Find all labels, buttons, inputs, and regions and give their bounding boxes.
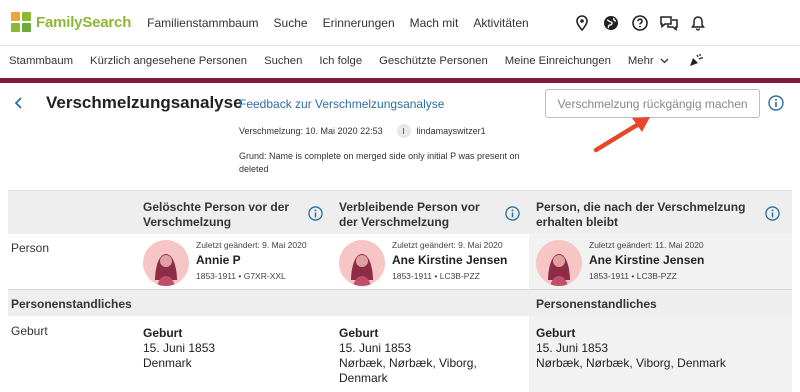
nav-suche[interactable]: Suche (274, 16, 308, 30)
birth-remaining: Geburt 15. Juni 1853 Nørbæk, Nørbæk, Vib… (339, 326, 519, 386)
subnav-kuerzlich[interactable]: Kürzlich angesehene Personen (90, 55, 247, 67)
section-title: Personenstandliches (11, 297, 132, 311)
merge-comparison-table: Gelöschte Person vor der Verschmelzung V… (8, 190, 792, 392)
info-icon[interactable] (505, 206, 520, 226)
person-card-result[interactable]: Zuletzt geändert: 11. Mai 2020 Ane Kirst… (536, 240, 704, 286)
bell-icon[interactable] (689, 14, 707, 32)
event-title: Geburt (536, 326, 576, 340)
section-title-result: Personenstandliches (536, 297, 657, 311)
accent-bar (0, 78, 800, 83)
annotation-arrow-icon (593, 117, 650, 153)
person-name[interactable]: Ane Kirstine Jensen (392, 253, 507, 267)
info-icon[interactable] (768, 95, 784, 116)
column-header-deleted: Gelöschte Person vor der Verschmelzung (143, 200, 290, 229)
feedback-link[interactable]: Feedback zur Verschmelzungsanalyse (239, 97, 444, 111)
event-place: Nørbæk, Nørbæk, Viborg, Denmark (536, 356, 726, 370)
location-pin-icon[interactable] (573, 14, 591, 32)
subnav-mehr[interactable]: Mehr (628, 55, 669, 67)
top-nav: FamilySearch Familienstammbaum Suche Eri… (0, 0, 800, 46)
brand-name: FamilySearch (36, 14, 132, 31)
tree-logo-icon (11, 11, 33, 34)
subnav-stammbaum[interactable]: Stammbaum (9, 55, 73, 67)
nav-familienstammbaum[interactable]: Familienstammbaum (147, 16, 258, 30)
birth-result: Geburt 15. Juni 1853 Nørbæk, Nørbæk, Vib… (536, 326, 776, 371)
last-changed: Zuletzt geändert: 11. Mai 2020 (589, 240, 704, 250)
merge-reason: Grund: Name is complete on merged side o… (239, 151, 520, 174)
event-date: 15. Juni 1853 (339, 341, 412, 355)
person-lifespan-id: 1853-1911 • LC3B-PZZ (392, 271, 480, 281)
event-title: Geburt (143, 326, 183, 340)
nav-mach-mit[interactable]: Mach mit (410, 16, 459, 30)
event-place: Denmark (143, 356, 192, 370)
birth-deleted: Geburt 15. Juni 1853 Denmark (143, 326, 323, 371)
female-avatar-icon (339, 240, 385, 286)
column-header-result: Person, die nach der Verschmelzung erhal… (536, 200, 746, 229)
info-icon[interactable] (765, 206, 780, 226)
subnav-mehr-label: Mehr (627, 55, 654, 67)
event-date: 15. Juni 1853 (143, 341, 216, 355)
merge-meta: Verschmelzung: 10. Mai 2020 22:53 l lind… (239, 124, 486, 138)
back-chevron-icon[interactable] (14, 96, 24, 115)
main-nav: Familienstammbaum Suche Erinnerungen Mac… (147, 16, 529, 30)
section-header-vital: Personenstandliches Personenstandliches (8, 289, 792, 316)
chat-icon[interactable] (660, 14, 678, 32)
subnav-geschuetzte[interactable]: Geschützte Personen (379, 55, 488, 67)
confetti-icon[interactable] (688, 52, 704, 71)
person-lifespan-id: 1853-1911 • LC3B-PZZ (589, 271, 677, 281)
merge-user[interactable]: lindamayswitzer1 (417, 126, 486, 136)
person-card-remaining[interactable]: Zuletzt geändert: 9. Mai 2020 Ane Kirsti… (339, 240, 507, 286)
info-icon[interactable] (308, 206, 323, 226)
chevron-down-icon (660, 58, 669, 64)
merge-date: Verschmelzung: 10. Mai 2020 22:53 (239, 126, 383, 136)
event-place: Nørbæk, Nørbæk, Viborg, Denmark (339, 356, 477, 385)
event-date: 15. Juni 1853 (536, 341, 609, 355)
last-changed: Zuletzt geändert: 9. Mai 2020 (392, 240, 503, 250)
subnav-ich-folge[interactable]: Ich folge (319, 55, 362, 67)
person-name[interactable]: Ane Kirstine Jensen (589, 253, 704, 267)
nav-aktivitaeten[interactable]: Aktivitäten (473, 16, 528, 30)
person-card-deleted[interactable]: Zuletzt geändert: 9. Mai 2020 Annie P 18… (143, 240, 307, 286)
female-avatar-icon (143, 240, 189, 286)
help-icon[interactable] (631, 14, 649, 32)
person-lifespan-id: 1853-1911 • G7XR-XXL (196, 271, 286, 281)
row-label-birth: Geburt (11, 324, 48, 338)
event-title: Geburt (339, 326, 379, 340)
person-name[interactable]: Annie P (196, 253, 307, 267)
last-changed: Zuletzt geändert: 9. Mai 2020 (196, 240, 307, 250)
globe-icon[interactable] (602, 14, 620, 32)
nav-erinnerungen[interactable]: Erinnerungen (323, 16, 395, 30)
column-header-remaining: Verbleibende Person vor der Verschmelzun… (339, 200, 480, 229)
row-label-person: Person (11, 241, 50, 255)
page-title: Verschmelzungsanalyse (46, 93, 243, 112)
sub-nav: Stammbaum Kürzlich angesehene Personen S… (0, 46, 800, 76)
subnav-suchen[interactable]: Suchen (264, 55, 302, 67)
user-avatar: l (396, 124, 411, 138)
female-avatar-icon (536, 240, 582, 286)
familysearch-logo[interactable]: FamilySearch (11, 11, 132, 34)
subnav-einreichungen[interactable]: Meine Einreichungen (505, 55, 611, 67)
table-header-row: Gelöschte Person vor der Verschmelzung V… (8, 190, 792, 234)
